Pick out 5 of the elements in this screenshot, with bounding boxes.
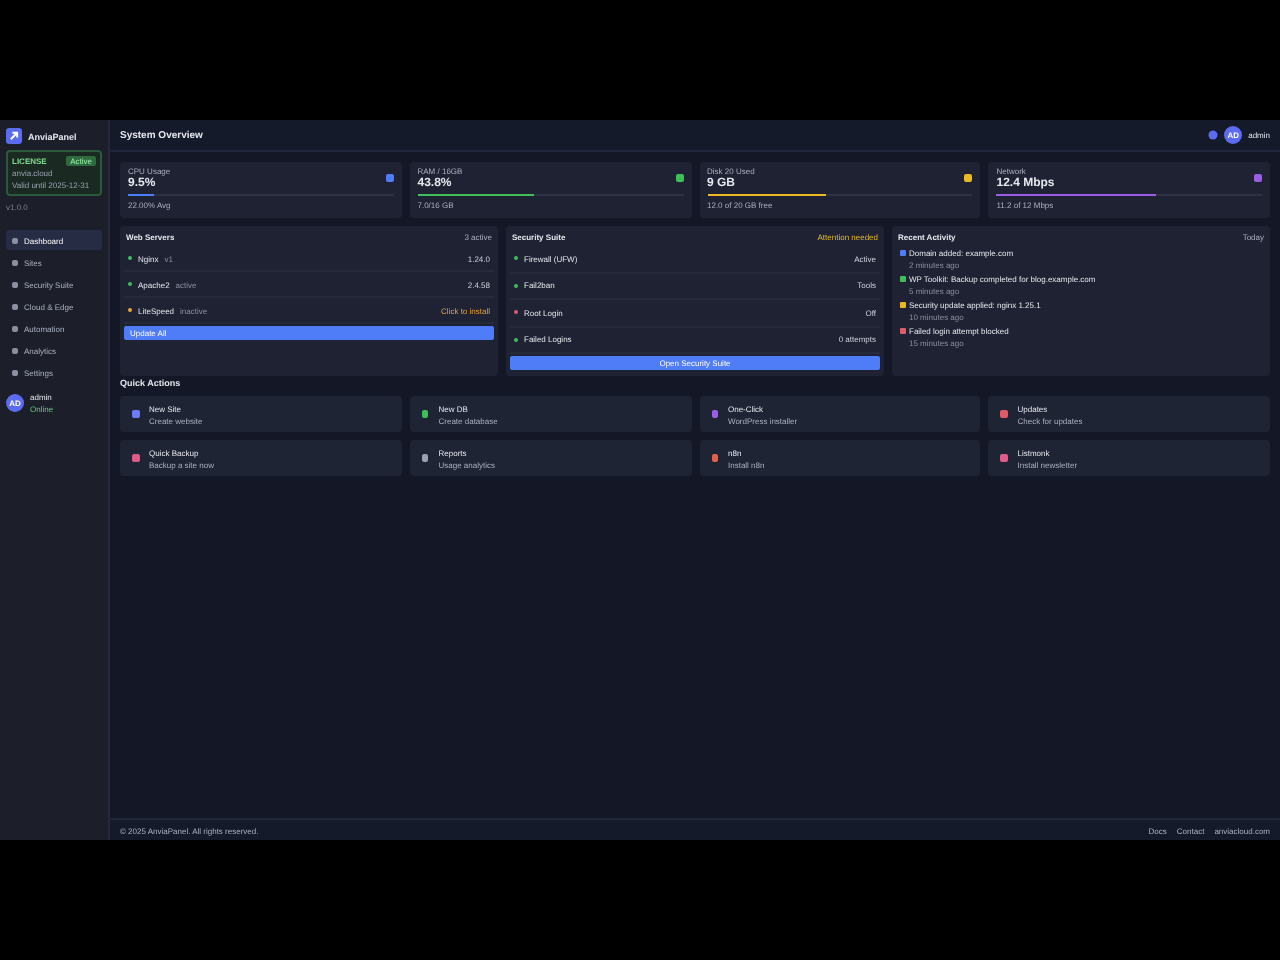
stat-icon xyxy=(675,174,683,182)
stat-icon xyxy=(385,174,394,182)
stat-icon xyxy=(1254,174,1262,182)
logo-icon xyxy=(6,128,22,144)
stat-icon xyxy=(964,174,973,182)
